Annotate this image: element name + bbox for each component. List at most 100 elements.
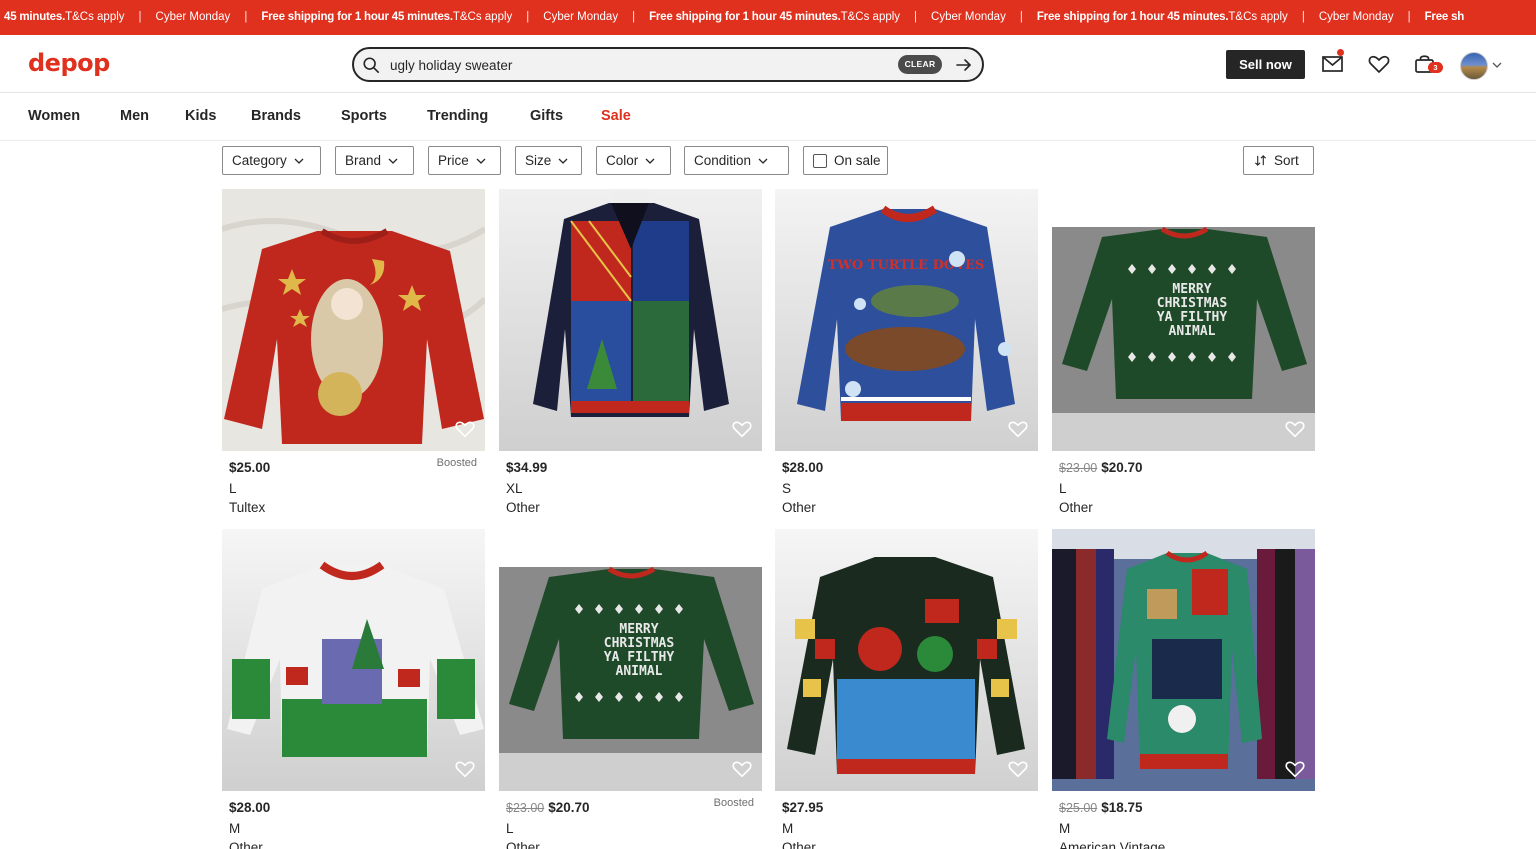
nav-trending[interactable]: Trending	[427, 108, 488, 124]
like-heart-icon[interactable]	[1007, 418, 1029, 440]
white-green-sweater-image	[222, 529, 485, 791]
svg-text:YA FILTHY: YA FILTHY	[604, 650, 675, 665]
chevron-down-icon[interactable]	[1491, 59, 1503, 71]
promo-item: Cyber Monday	[155, 11, 231, 23]
sell-now-button[interactable]: Sell now	[1226, 50, 1305, 79]
like-heart-icon[interactable]	[1284, 758, 1306, 780]
size: S	[782, 481, 792, 496]
product-card[interactable]: TWO TURTLE DOVES $28.00 S Other	[775, 189, 1038, 517]
brand: Other	[1059, 500, 1093, 515]
nav-women[interactable]: Women	[28, 108, 80, 124]
sort-label: Sort	[1274, 153, 1299, 168]
product-card[interactable]: MERRY CHRISTMAS YA FILTHY ANIMAL $23.00 $…	[1052, 189, 1315, 517]
promo-separator: |	[1019, 11, 1023, 23]
like-heart-icon[interactable]	[731, 758, 753, 780]
promo-item: Cyber Monday	[931, 11, 1006, 23]
sort-button[interactable]: Sort	[1243, 146, 1314, 175]
red-sweater-image	[222, 189, 485, 451]
filter-label: On sale	[834, 153, 881, 168]
product-card[interactable]: $25.00 Boosted L Tultex	[222, 189, 485, 517]
promo-separator: |	[244, 11, 248, 23]
size: L	[506, 821, 514, 836]
price-row: $34.99	[499, 460, 762, 479]
product-image[interactable]	[222, 529, 485, 791]
svg-text:MERRY: MERRY	[1172, 282, 1211, 297]
promo-separator: |	[1407, 11, 1411, 23]
filter-category[interactable]: Category	[222, 146, 321, 175]
promo-track: 45 minutes. T&Cs apply | Cyber Monday | …	[4, 0, 1464, 35]
chevron-down-icon	[758, 158, 768, 164]
search-input[interactable]	[390, 55, 890, 75]
promo-item: Free shipping for 1 hour 45 minutes. T&C…	[649, 11, 901, 23]
submit-search-arrow-icon[interactable]	[954, 55, 974, 75]
svg-text:MERRY: MERRY	[619, 622, 658, 637]
nav-brands[interactable]: Brands	[251, 108, 301, 124]
filter-size[interactable]: Size	[515, 146, 582, 175]
product-image[interactable]: TWO TURTLE DOVES	[775, 189, 1038, 451]
like-heart-icon[interactable]	[454, 758, 476, 780]
turtle-sweater-image: TWO TURTLE DOVES	[775, 189, 1038, 451]
product-image[interactable]: MERRY CHRISTMAS YA FILTHY ANIMAL	[499, 529, 762, 791]
on-sale-checkbox[interactable]	[813, 153, 827, 168]
nav-kids[interactable]: Kids	[185, 108, 216, 124]
product-image[interactable]	[499, 189, 762, 451]
filter-condition[interactable]: Condition	[684, 146, 789, 175]
price-row: $25.00 $18.75	[1052, 800, 1315, 819]
boosted-label: Boosted	[713, 797, 754, 809]
promo-item: Cyber Monday	[1318, 11, 1394, 23]
depop-logo[interactable]: depop	[28, 49, 110, 77]
like-heart-icon[interactable]	[1007, 758, 1029, 780]
price: $25.00	[229, 460, 271, 475]
product-card[interactable]: $25.00 $18.75 M American Vintage	[1052, 529, 1315, 849]
product-card[interactable]: MERRY CHRISTMAS YA FILTHY ANIMAL $23.00 $…	[499, 529, 762, 849]
size: L	[1059, 481, 1067, 496]
likes-heart-icon[interactable]	[1367, 52, 1391, 76]
like-heart-icon[interactable]	[731, 418, 753, 440]
chevron-down-icon	[294, 158, 304, 164]
product-image[interactable]	[1052, 529, 1315, 791]
filter-price[interactable]: Price	[428, 146, 501, 175]
product-image[interactable]: MERRY CHRISTMAS YA FILTHY ANIMAL	[1052, 189, 1315, 451]
product-image[interactable]	[775, 529, 1038, 791]
promo-separator: |	[526, 11, 530, 23]
price-row: $28.00	[222, 800, 485, 819]
promo-banner[interactable]: 45 minutes. T&Cs apply | Cyber Monday | …	[0, 0, 1536, 35]
size: M	[782, 821, 794, 836]
nav-men[interactable]: Men	[120, 108, 149, 124]
filter-label: Condition	[694, 153, 752, 168]
chevron-down-icon	[476, 158, 486, 164]
price-row: $25.00 Boosted	[222, 457, 485, 479]
user-avatar[interactable]	[1460, 52, 1488, 80]
nav-sports[interactable]: Sports	[341, 108, 387, 124]
like-heart-icon[interactable]	[1284, 418, 1306, 440]
product-image[interactable]	[222, 189, 485, 451]
price: $27.95	[782, 800, 824, 815]
filter-brand[interactable]: Brand	[335, 146, 414, 175]
nav-gifts[interactable]: Gifts	[530, 108, 563, 124]
rack-sweater-image	[1052, 529, 1315, 791]
chevron-down-icon	[558, 158, 568, 164]
product-card[interactable]: $27.95 M Other	[775, 529, 1038, 849]
bag-count-badge: 3	[1428, 62, 1443, 73]
price-row: $27.95	[775, 800, 1038, 819]
chevron-down-icon	[388, 158, 398, 164]
like-heart-icon[interactable]	[454, 418, 476, 440]
size: M	[1059, 821, 1071, 836]
nav-sale[interactable]: Sale	[601, 108, 631, 124]
cardigan-image	[499, 189, 762, 451]
chevron-down-icon	[645, 158, 655, 164]
filter-on-sale[interactable]: On sale	[803, 146, 888, 175]
messages-notification-dot	[1337, 49, 1344, 56]
brand: American Vintage	[1059, 840, 1166, 849]
size: M	[229, 821, 241, 836]
search-bar[interactable]: CLEAR	[352, 47, 984, 82]
product-card[interactable]: $28.00 M Other	[222, 529, 485, 849]
filter-label: Brand	[345, 153, 382, 168]
filter-color[interactable]: Color	[596, 146, 671, 175]
pickleball-sweater-image	[775, 529, 1038, 791]
boosted-label: Boosted	[436, 457, 477, 469]
product-card[interactable]: $34.99 XL Other	[499, 189, 762, 517]
promo-item: Free sh	[1424, 11, 1465, 23]
clear-search-button[interactable]: CLEAR	[898, 55, 942, 74]
original-price: $23.00	[1059, 461, 1098, 475]
